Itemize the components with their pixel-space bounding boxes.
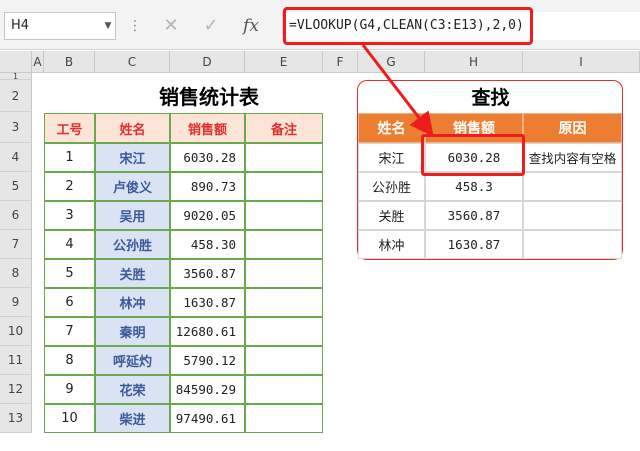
cell-note[interactable]	[245, 230, 323, 259]
lookup-cell-name[interactable]: 公孙胜	[358, 172, 425, 201]
cell-name[interactable]: 卢俊义	[95, 172, 170, 201]
cell-id[interactable]: 1	[44, 143, 95, 172]
lookup-header-name[interactable]: 姓名	[358, 113, 425, 143]
column-header-d[interactable]: D	[170, 51, 245, 73]
column-header-f[interactable]: F	[323, 51, 358, 73]
row-header-1[interactable]: 1	[0, 72, 32, 81]
formula-highlight-box	[283, 7, 533, 45]
cell-name[interactable]: 呼延灼	[95, 346, 170, 375]
select-all-corner[interactable]	[0, 51, 32, 73]
lookup-header-reason[interactable]: 原因	[523, 113, 622, 143]
cell-id[interactable]: 8	[44, 346, 95, 375]
row-header-4[interactable]: 4	[0, 143, 32, 172]
column-header-b[interactable]: B	[44, 51, 95, 73]
cell-name[interactable]: 吴用	[95, 201, 170, 230]
row-header-8[interactable]: 8	[0, 259, 32, 288]
column-header-e[interactable]: E	[245, 51, 323, 73]
cell-name[interactable]: 柴进	[95, 404, 170, 433]
cell-sales[interactable]: 9020.05	[170, 201, 245, 230]
lookup-cell-reason[interactable]: 查找内容有空格	[523, 143, 622, 172]
row-header-13[interactable]: 13	[0, 404, 32, 433]
column-header-g[interactable]: G	[358, 51, 425, 73]
cell-note[interactable]	[245, 317, 323, 346]
cancel-icon[interactable]: ✕	[156, 12, 186, 40]
column-header-c[interactable]: C	[95, 51, 170, 73]
row-header-12[interactable]: 12	[0, 375, 32, 404]
lookup-cell-sales[interactable]: 458.3	[425, 172, 523, 201]
lookup-cell-sales[interactable]: 3560.87	[425, 201, 523, 230]
cell-name[interactable]: 林冲	[95, 288, 170, 317]
cell-id[interactable]: 6	[44, 288, 95, 317]
insert-function-button[interactable]: fx	[236, 12, 266, 40]
cell-sales[interactable]: 97490.61	[170, 404, 245, 433]
cell-highlight-box	[421, 134, 525, 176]
header-note[interactable]: 备注	[245, 113, 323, 143]
lookup-cell-reason[interactable]	[523, 201, 622, 230]
lookup-cell-name[interactable]: 宋江	[358, 143, 425, 172]
chevron-down-icon[interactable]: ▼	[101, 12, 115, 40]
lookup-cell-name[interactable]: 林冲	[358, 230, 425, 259]
cell-note[interactable]	[245, 288, 323, 317]
cell-sales[interactable]: 458.30	[170, 230, 245, 259]
column-header-a[interactable]: A	[32, 51, 44, 73]
enter-icon[interactable]: ✓	[196, 12, 226, 40]
cell-id[interactable]: 9	[44, 375, 95, 404]
cell-id[interactable]: 3	[44, 201, 95, 230]
row-header-3[interactable]: 3	[0, 112, 32, 143]
cell-sales[interactable]: 12680.61	[170, 317, 245, 346]
cell-note[interactable]	[245, 201, 323, 230]
cell-name[interactable]: 秦明	[95, 317, 170, 346]
more-options-icon[interactable]: ⋮	[128, 12, 142, 40]
row-header-10[interactable]: 10	[0, 317, 32, 346]
cell-id[interactable]: 10	[44, 404, 95, 433]
header-sales[interactable]: 销售额	[170, 113, 245, 143]
cell-note[interactable]	[245, 346, 323, 375]
cell-note[interactable]	[245, 259, 323, 288]
cell-id[interactable]: 4	[44, 230, 95, 259]
header-name[interactable]: 姓名	[95, 113, 170, 143]
cell-name[interactable]: 公孙胜	[95, 230, 170, 259]
cell-sales[interactable]: 84590.29	[170, 375, 245, 404]
row-header-7[interactable]: 7	[0, 230, 32, 259]
cell-sales[interactable]: 1630.87	[170, 288, 245, 317]
row-header-11[interactable]: 11	[0, 346, 32, 375]
lookup-cell-sales[interactable]: 1630.87	[425, 230, 523, 259]
header-id[interactable]: 工号	[44, 113, 95, 143]
cell-id[interactable]: 7	[44, 317, 95, 346]
cell-note[interactable]	[245, 172, 323, 201]
column-header-i[interactable]: I	[523, 51, 640, 73]
cell-name[interactable]: 宋江	[95, 143, 170, 172]
cell-id[interactable]: 2	[44, 172, 95, 201]
lookup-cell-name[interactable]: 关胜	[358, 201, 425, 230]
lookup-title: 查找	[471, 87, 510, 109]
cell-name[interactable]: 关胜	[95, 259, 170, 288]
cell-note[interactable]	[245, 404, 323, 433]
cell-note[interactable]	[245, 375, 323, 404]
name-box[interactable]: H4	[4, 12, 116, 40]
cell-sales[interactable]: 890.73	[170, 172, 245, 201]
row-header-5[interactable]: 5	[0, 172, 32, 201]
cell-id[interactable]: 5	[44, 259, 95, 288]
row-header-9[interactable]: 9	[0, 288, 32, 317]
cell-sales[interactable]: 5790.12	[170, 346, 245, 375]
row-header-2[interactable]: 2	[0, 80, 32, 112]
cell-note[interactable]	[245, 143, 323, 172]
cell-sales[interactable]: 3560.87	[170, 259, 245, 288]
column-header-h[interactable]: H	[425, 51, 523, 73]
left-table-title: 销售统计表	[159, 85, 259, 109]
lookup-cell-reason[interactable]	[523, 230, 622, 259]
row-header-6[interactable]: 6	[0, 201, 32, 230]
cell-name[interactable]: 花荣	[95, 375, 170, 404]
lookup-cell-reason[interactable]	[523, 172, 622, 201]
cell-sales[interactable]: 6030.28	[170, 143, 245, 172]
